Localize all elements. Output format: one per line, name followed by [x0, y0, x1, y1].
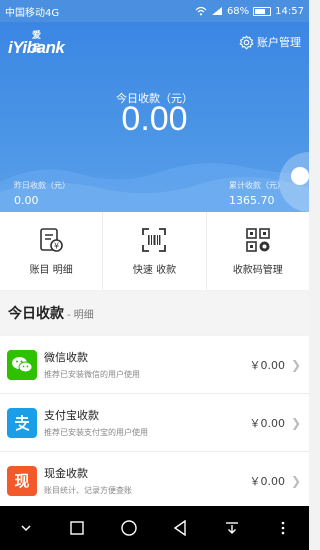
logo-en: iYibank [8, 38, 65, 57]
payment-title: 现金收款 [44, 467, 88, 480]
nav-more-button[interactable] [268, 513, 298, 543]
payment-desc: 推荐已安装支付宝的用户使用 [44, 428, 148, 437]
payment-desc: 推荐已安装微信的用户使用 [44, 370, 140, 379]
square-icon [70, 521, 84, 535]
payment-amount: ￥0.00 [249, 416, 286, 430]
section-header: 今日收款 - 明细 [0, 291, 309, 335]
today-income-amount: 0.00 [121, 100, 188, 138]
payment-desc: 账目统计、记录方便查账 [44, 486, 132, 495]
cash-icon: 现 [7, 465, 37, 496]
action-quick-collect[interactable]: 快速 收款 [103, 212, 207, 290]
list-item-cash[interactable]: 现 现金收款 账目统计、记录方便查账 ￥0.00 ❯ [0, 452, 309, 510]
payment-method-list: 微信收款 推荐已安装微信的用户使用 ￥0.00 ❯ 支付宝收款 推荐已安装支付宝… [0, 336, 309, 510]
back-triangle-icon [174, 520, 186, 536]
payment-amount: ￥0.00 [249, 474, 286, 488]
nav-notification-button[interactable] [217, 513, 247, 543]
carrier-label: 中国移动4G [5, 7, 60, 19]
svg-text:¥: ¥ [54, 241, 59, 250]
quick-actions: ¥ 账目 明细 快速 收款 收款码管理 [0, 212, 309, 290]
total-income-amount: 1365.70 [229, 194, 275, 207]
section-title: 今日收款 [8, 306, 64, 322]
action-ledger-details[interactable]: ¥ 账目 明细 [0, 212, 104, 290]
floating-assistive-dot[interactable] [291, 167, 309, 185]
status-bar: 中国移动4G 68% 14:57 [0, 0, 309, 22]
account-management-label: 账户管理 [257, 36, 301, 49]
yesterday-income-label: 昨日收款（元） [14, 181, 70, 190]
payment-amount: ￥0.00 [249, 358, 286, 372]
summary-header: 爱品 iYibank 账户管理 今日收款（元） 0.00 昨日收款（元） 0.0… [0, 22, 309, 212]
clock: 14:57 [275, 5, 304, 17]
nav-hide-button[interactable] [11, 513, 41, 543]
more-vertical-icon [281, 521, 285, 535]
wechat-icon [7, 349, 37, 380]
ledger-icon: ¥ [40, 227, 63, 252]
action-qrcode-management[interactable]: 收款码管理 [207, 212, 309, 290]
chevron-right-icon: ❯ [291, 415, 302, 430]
circle-icon [121, 520, 137, 536]
nav-home-button[interactable] [114, 513, 144, 543]
gear-icon [239, 35, 254, 49]
battery-icon [253, 6, 272, 16]
total-income[interactable]: 累计收款（元） 1365.70 [229, 180, 285, 207]
section-subtitle: - 明细 [67, 309, 94, 321]
action-label: 快速 收款 [132, 264, 177, 276]
signal-icon [211, 7, 222, 15]
total-income-label: 累计收款（元） [229, 181, 285, 190]
qrcode-icon [246, 227, 270, 252]
battery-percent: 68% [226, 5, 250, 17]
payment-title: 支付宝收款 [44, 409, 99, 422]
chevron-right-icon: ❯ [291, 473, 302, 488]
pull-down-icon [225, 522, 238, 534]
action-label: 收款码管理 [232, 264, 283, 276]
nav-recents-button[interactable] [62, 513, 92, 543]
action-label: 账目 明细 [29, 264, 73, 276]
system-navbar [0, 506, 309, 550]
yesterday-income[interactable]: 昨日收款（元） 0.00 [14, 180, 70, 207]
list-item-alipay[interactable]: 支付宝收款 推荐已安装支付宝的用户使用 ￥0.00 ❯ [0, 394, 309, 452]
chevron-right-icon: ❯ [291, 357, 302, 372]
scan-icon [142, 227, 167, 252]
nav-back-button[interactable] [165, 513, 195, 543]
payment-title: 微信收款 [44, 351, 88, 364]
yesterday-income-amount: 0.00 [14, 194, 39, 207]
list-item-wechat[interactable]: 微信收款 推荐已安装微信的用户使用 ￥0.00 ❯ [0, 336, 309, 394]
wifi-icon [195, 6, 207, 16]
account-management-button[interactable]: 账户管理 [239, 34, 301, 50]
alipay-icon [7, 407, 37, 438]
chevron-down-icon [21, 525, 31, 532]
